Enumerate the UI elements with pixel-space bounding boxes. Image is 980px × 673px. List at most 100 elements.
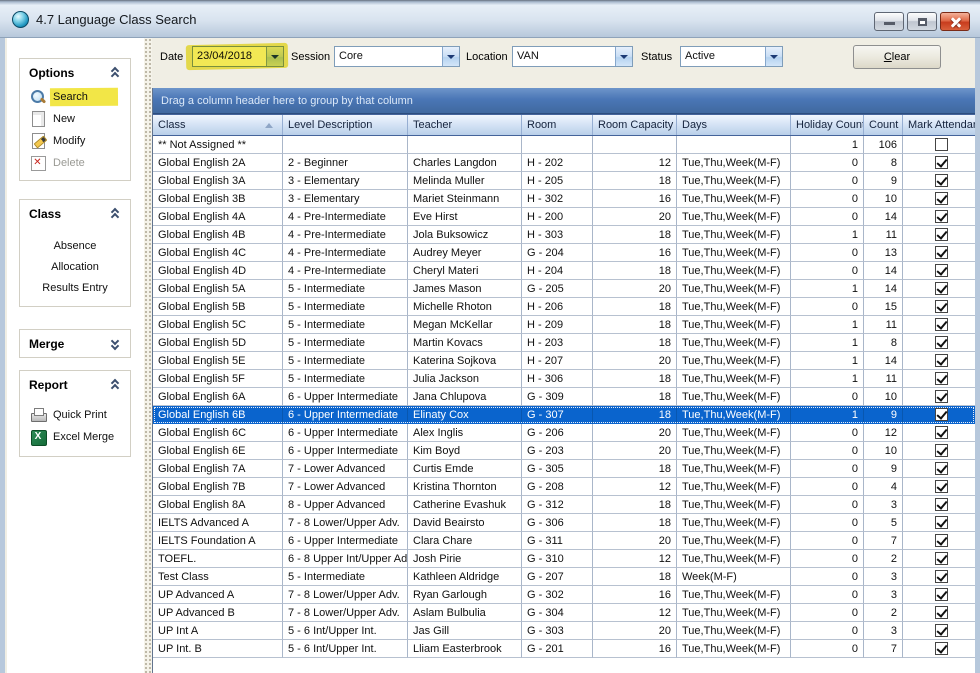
mark-attendance-checkbox[interactable] (935, 588, 948, 601)
mark-attendance-checkbox[interactable] (935, 642, 948, 655)
mark-attendance-checkbox[interactable] (935, 516, 948, 529)
sidebar-group-class-header[interactable]: Class (20, 200, 130, 227)
collapse-chevron-icon[interactable] (109, 379, 121, 391)
mark-attendance-checkbox[interactable] (935, 372, 948, 385)
table-row[interactable]: ** Not Assigned **1106 (153, 136, 975, 154)
table-row[interactable]: UP Int A5 - 6 Int/Upper Int.Jas GillG - … (153, 622, 975, 640)
minimize-button[interactable] (874, 12, 904, 31)
mark-attendance-checkbox[interactable] (935, 156, 948, 169)
column-header-holiday_count[interactable]: Holiday Count (791, 115, 864, 135)
sidebar-item-allocation[interactable]: Allocation (20, 256, 130, 277)
table-row[interactable]: Test Class5 - IntermediateKathleen Aldri… (153, 568, 975, 586)
date-combobox[interactable]: 23/04/2018 (192, 46, 284, 67)
sidebar-item-search[interactable]: Search (20, 86, 130, 108)
table-row[interactable]: TOEFL.6 - 8 Upper Int/Upper AdvJosh Piri… (153, 550, 975, 568)
mark-attendance-checkbox[interactable] (935, 606, 948, 619)
table-row[interactable]: Global English 2A2 - BeginnerCharles Lan… (153, 154, 975, 172)
table-row[interactable]: Global English 5E5 - IntermediateKaterin… (153, 352, 975, 370)
mark-attendance-checkbox[interactable] (935, 552, 948, 565)
table-row[interactable]: Global English 7B7 - Lower AdvancedKrist… (153, 478, 975, 496)
table-row[interactable]: Global English 8A8 - Upper AdvancedCathe… (153, 496, 975, 514)
group-by-panel[interactable]: Drag a column header here to group by th… (153, 88, 975, 114)
table-row[interactable]: Global English 6C6 - Upper IntermediateA… (153, 424, 975, 442)
date-dropdown-arrow-icon[interactable] (266, 47, 283, 66)
sidebar-item-quick-print[interactable]: Quick Print (20, 404, 130, 426)
mark-attendance-checkbox[interactable] (935, 354, 948, 367)
mark-attendance-checkbox[interactable] (935, 444, 948, 457)
session-combobox[interactable]: Core (334, 46, 460, 67)
mark-attendance-checkbox[interactable] (935, 480, 948, 493)
mark-attendance-checkbox[interactable] (935, 570, 948, 583)
table-row[interactable]: Global English 7A7 - Lower AdvancedCurti… (153, 460, 975, 478)
column-header-teacher[interactable]: Teacher (408, 115, 522, 135)
cell-room: H - 207 (522, 352, 593, 370)
mark-attendance-checkbox[interactable] (935, 624, 948, 637)
close-button[interactable] (940, 12, 970, 31)
table-row[interactable]: Global English 4A4 - Pre-IntermediateEve… (153, 208, 975, 226)
table-row[interactable]: UP Int. B5 - 6 Int/Upper Int.Lliam Easte… (153, 640, 975, 658)
mark-attendance-checkbox[interactable] (935, 228, 948, 241)
sidebar-item-modify[interactable]: Modify (20, 130, 130, 152)
mark-attendance-checkbox[interactable] (935, 408, 948, 421)
sidebar-group-report-header[interactable]: Report (20, 371, 130, 398)
location-combobox[interactable]: VAN (512, 46, 633, 67)
mark-attendance-checkbox[interactable] (935, 282, 948, 295)
sidebar-group-options-header[interactable]: Options (20, 59, 130, 86)
sidebar-item-absence[interactable]: Absence (20, 235, 130, 256)
session-dropdown-arrow-icon[interactable] (442, 47, 459, 66)
mark-attendance-checkbox[interactable] (935, 534, 948, 547)
table-row[interactable]: Global English 5C5 - IntermediateMegan M… (153, 316, 975, 334)
table-row[interactable]: Global English 6E6 - Upper IntermediateK… (153, 442, 975, 460)
cell-days: Tue,Thu,Week(M-F) (677, 226, 791, 244)
maximize-button[interactable] (907, 12, 937, 31)
table-row[interactable]: Global English 3B3 - ElementaryMariet St… (153, 190, 975, 208)
mark-attendance-checkbox[interactable] (935, 336, 948, 349)
sidebar-group-merge-header[interactable]: Merge (20, 330, 130, 357)
column-header-mark_attendance[interactable]: Mark Attendar (903, 115, 975, 135)
column-header-capacity[interactable]: Room Capacity (593, 115, 677, 135)
table-row[interactable]: Global English 6B6 - Upper IntermediateE… (153, 406, 975, 424)
table-row[interactable]: UP Advanced A7 - 8 Lower/Upper Adv.Ryan … (153, 586, 975, 604)
column-header-days[interactable]: Days (677, 115, 791, 135)
collapse-chevron-icon[interactable] (109, 208, 121, 220)
column-header-class[interactable]: Class (153, 115, 283, 135)
sidebar-item-excel-merge[interactable]: Excel Merge (20, 426, 130, 448)
mark-attendance-checkbox[interactable] (935, 498, 948, 511)
table-row[interactable]: IELTS Foundation A6 - Upper Intermediate… (153, 532, 975, 550)
mark-attendance-checkbox[interactable] (935, 390, 948, 403)
status-combobox[interactable]: Active (680, 46, 783, 67)
mark-attendance-checkbox[interactable] (935, 462, 948, 475)
table-row[interactable]: Global English 3A3 - ElementaryMelinda M… (153, 172, 975, 190)
sidebar-item-results-entry[interactable]: Results Entry (20, 277, 130, 298)
table-row[interactable]: Global English 5D5 - IntermediateMartin … (153, 334, 975, 352)
mark-attendance-checkbox[interactable] (935, 192, 948, 205)
column-header-level[interactable]: Level Description (283, 115, 408, 135)
location-dropdown-arrow-icon[interactable] (615, 47, 632, 66)
mark-attendance-checkbox[interactable] (935, 264, 948, 277)
column-header-room[interactable]: Room (522, 115, 593, 135)
table-row[interactable]: UP Advanced B7 - 8 Lower/Upper Adv.Aslam… (153, 604, 975, 622)
status-dropdown-arrow-icon[interactable] (765, 47, 782, 66)
column-header-count[interactable]: Count (864, 115, 903, 135)
table-row[interactable]: Global English 5B5 - IntermediateMichell… (153, 298, 975, 316)
table-row[interactable]: Global English 4C4 - Pre-IntermediateAud… (153, 244, 975, 262)
sidebar-splitter[interactable] (144, 38, 152, 673)
table-row[interactable]: IELTS Advanced A7 - 8 Lower/Upper Adv.Da… (153, 514, 975, 532)
sidebar-item-delete[interactable]: Delete (20, 152, 130, 174)
table-row[interactable]: Global English 4D4 - Pre-IntermediateChe… (153, 262, 975, 280)
table-row[interactable]: Global English 4B4 - Pre-IntermediateJol… (153, 226, 975, 244)
table-row[interactable]: Global English 5A5 - IntermediateJames M… (153, 280, 975, 298)
mark-attendance-checkbox[interactable] (935, 300, 948, 313)
mark-attendance-checkbox[interactable] (935, 246, 948, 259)
mark-attendance-checkbox[interactable] (935, 426, 948, 439)
mark-attendance-checkbox[interactable] (935, 210, 948, 223)
clear-button[interactable]: Clear (853, 45, 941, 69)
collapse-chevron-icon[interactable] (109, 67, 121, 79)
sidebar-item-new[interactable]: New (20, 108, 130, 130)
table-row[interactable]: Global English 5F5 - IntermediateJulia J… (153, 370, 975, 388)
mark-attendance-checkbox[interactable] (935, 174, 948, 187)
mark-attendance-checkbox[interactable] (935, 138, 948, 151)
mark-attendance-checkbox[interactable] (935, 318, 948, 331)
table-row[interactable]: Global English 6A6 - Upper IntermediateJ… (153, 388, 975, 406)
expand-chevron-icon[interactable] (109, 338, 121, 350)
